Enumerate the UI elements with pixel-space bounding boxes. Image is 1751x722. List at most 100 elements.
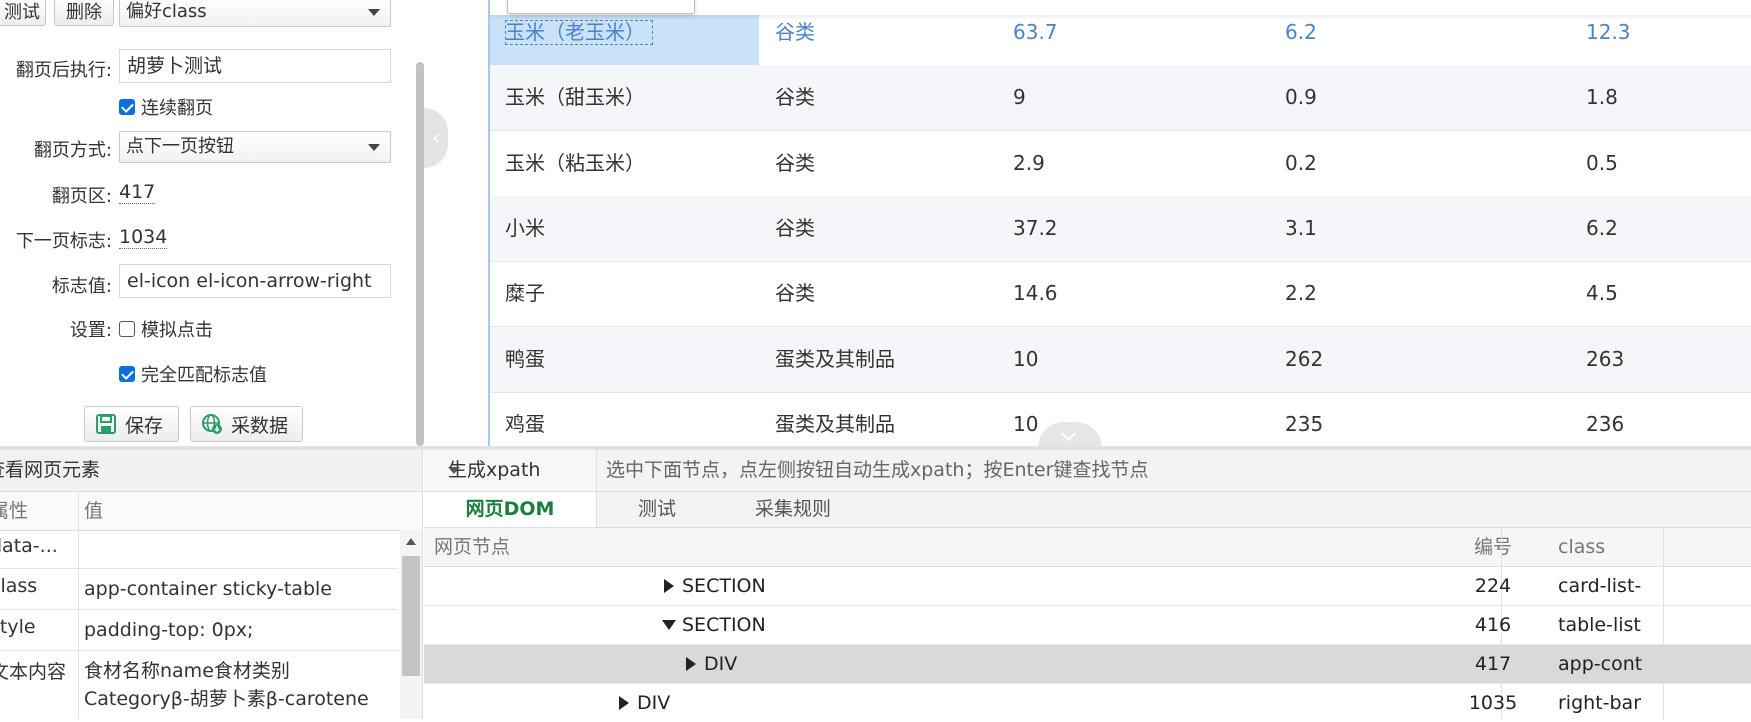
food-name-cell[interactable]: 玉米（粘玉米） — [505, 131, 645, 196]
chevron-down-icon — [368, 9, 380, 16]
page-method-select[interactable]: 点下一页按钮 — [119, 131, 391, 163]
attr-column-header: 属性 — [0, 500, 29, 522]
flag-value-input[interactable]: el-icon el-icon-arrow-right — [119, 264, 391, 298]
delete-button[interactable]: 删除 — [54, 0, 114, 26]
save-button[interactable]: 保存 — [84, 406, 179, 442]
checkbox-unchecked-icon[interactable] — [119, 321, 135, 337]
dom-node-row[interactable]: SECTION 416 table-list — [424, 606, 1751, 645]
food-name-cell[interactable]: 鸭蛋 — [505, 327, 545, 392]
inspector-title: 查看网页元素 — [0, 450, 422, 492]
tab-web-dom[interactable]: 网页DOM — [424, 492, 597, 527]
simulate-click-checkbox[interactable]: 模拟点击 — [119, 316, 213, 342]
food-name-cell[interactable]: 玉米（甜玉米） — [505, 65, 645, 130]
expand-triangle-icon[interactable] — [619, 696, 629, 710]
scrollbar-thumb[interactable] — [402, 556, 420, 676]
page-preview-table: 玉米（老玉米） 谷类 63.7 6.2 12.3 玉米（甜玉米） 谷类 9 0.9 1.8 玉米（粘… — [488, 0, 1751, 446]
value-cell-3[interactable]: 0.5 — [1586, 131, 1618, 196]
attribute-row[interactable]: data-... — [0, 531, 398, 569]
node-tag: DIV — [704, 653, 738, 675]
value-cell-3[interactable]: 263 — [1586, 327, 1624, 392]
table-row[interactable]: 玉米（粘玉米） 谷类 2.9 0.2 0.5 — [490, 131, 1751, 197]
continuous-paging-checkbox[interactable]: 连续翻页 — [119, 94, 213, 120]
value-cell-3[interactable]: 4.5 — [1586, 261, 1618, 326]
xpath-mode-select[interactable]: 生成xpath — [424, 450, 597, 491]
next-flag-value[interactable]: 1034 — [119, 226, 168, 249]
node-class: app-cont — [1558, 653, 1643, 675]
node-tag: SECTION — [682, 575, 766, 597]
value-cell-2[interactable]: 262 — [1285, 327, 1323, 392]
attribute-row[interactable]: class app-container sticky-table — [0, 569, 398, 610]
food-category-cell[interactable]: 蛋类及其制品 — [775, 327, 895, 392]
tab-test[interactable]: 测试 — [596, 492, 718, 527]
food-name-cell[interactable]: 鸡蛋 — [505, 392, 545, 446]
value-cell-3[interactable]: 236 — [1586, 392, 1624, 446]
food-category-cell[interactable]: 谷类 — [775, 131, 815, 196]
value-cell-3[interactable]: 6.2 — [1586, 196, 1618, 261]
settings-scrollbar[interactable] — [416, 62, 424, 446]
table-row[interactable]: 小米 谷类 37.2 3.1 6.2 — [490, 195, 1751, 262]
value-cell-1[interactable]: 10 — [1013, 327, 1038, 392]
value-cell-2[interactable]: 235 — [1285, 392, 1323, 446]
table-row[interactable]: 糜子 谷类 14.6 2.2 4.5 — [490, 261, 1751, 328]
xpath-mode-value: 生成xpath — [448, 459, 541, 481]
xpath-input[interactable]: 选中下面节点，点左侧按钮自动生成xpath；按Enter键查找节点 — [606, 450, 1148, 491]
value-cell-1[interactable]: 2.9 — [1013, 131, 1045, 196]
save-button-label: 保存 — [125, 414, 164, 437]
attribute-row[interactable]: style padding-top: 0px; — [0, 610, 398, 651]
attribute-value-line2: Categoryβ-胡萝卜素β-carotene — [84, 688, 369, 710]
value-cell-2[interactable]: 3.1 — [1285, 196, 1317, 261]
simulate-click-label: 模拟点击 — [141, 320, 213, 341]
dom-node-row-selected[interactable]: DIV 417 app-cont — [424, 645, 1751, 684]
dom-node-row[interactable]: DIV 1035 right-bar — [424, 684, 1751, 722]
collapse-panel-handle[interactable]: ‹ — [424, 108, 448, 168]
page-area-value[interactable]: 417 — [119, 181, 156, 204]
scroll-up-icon[interactable] — [406, 538, 416, 545]
expand-triangle-icon[interactable] — [686, 657, 696, 671]
table-row[interactable]: 鸭蛋 蛋类及其制品 10 262 263 — [490, 326, 1751, 393]
table-row[interactable]: 鸡蛋 蛋类及其制品 10 235 236 — [490, 392, 1751, 446]
checkbox-checked-icon[interactable] — [119, 99, 135, 115]
food-name-cell[interactable]: 糜子 — [505, 261, 545, 326]
attribute-row[interactable]: 文本内容 食材名称name食材类别 Categoryβ-胡萝卜素β-carote… — [0, 651, 398, 719]
after-page-label: 翻页后执行: — [15, 60, 112, 81]
after-page-input[interactable]: 胡萝卜测试 — [119, 49, 391, 83]
value-cell-2[interactable]: 2.2 — [1285, 261, 1317, 326]
preference-select[interactable]: 偏好class — [119, 0, 391, 27]
xpath-bar: 生成xpath 选中下面节点，点左侧按钮自动生成xpath；按Enter键查找节… — [424, 450, 1751, 492]
checkbox-checked-icon[interactable] — [119, 366, 135, 382]
food-category-cell[interactable]: 谷类 — [775, 196, 815, 261]
tab-collect-rules[interactable]: 采集规则 — [718, 492, 868, 527]
attribute-key: style — [0, 616, 36, 638]
save-icon — [96, 414, 116, 434]
food-category-cell[interactable]: 谷类 — [775, 65, 815, 130]
value-cell-3[interactable]: 1.8 — [1586, 65, 1618, 130]
value-cell-2[interactable]: 0.9 — [1285, 65, 1317, 130]
value-cell-1[interactable]: 10 — [1013, 392, 1038, 446]
node-tag: SECTION — [682, 614, 766, 636]
node-number: 416 — [1474, 614, 1512, 636]
test-button[interactable]: 测试 — [0, 0, 46, 26]
node-number: 224 — [1474, 575, 1512, 597]
expand-triangle-icon[interactable] — [664, 579, 674, 593]
node-number: 417 — [1474, 653, 1512, 675]
value-cell-2[interactable]: 0.2 — [1285, 131, 1317, 196]
node-class: card-list- — [1558, 575, 1642, 597]
inspector-scrollbar[interactable] — [400, 530, 422, 719]
food-category-cell[interactable]: 蛋类及其制品 — [775, 392, 895, 446]
dom-tabs: 网页DOM 测试 采集规则 — [424, 492, 1751, 528]
exact-match-label: 完全匹配标志值 — [141, 365, 267, 386]
value-cell-1[interactable]: 37.2 — [1013, 196, 1058, 261]
collapse-triangle-icon[interactable] — [662, 620, 676, 630]
attribute-key: 文本内容 — [0, 661, 67, 683]
food-category-cell[interactable]: 谷类 — [775, 261, 815, 326]
node-column-header: 网页节点 — [434, 536, 511, 558]
collect-data-button[interactable]: 采数据 — [190, 406, 303, 442]
exact-match-checkbox[interactable]: 完全匹配标志值 — [119, 361, 267, 387]
value-cell-1[interactable]: 9 — [1013, 65, 1026, 130]
value-cell-1[interactable]: 14.6 — [1013, 261, 1058, 326]
dom-node-row[interactable]: SECTION 224 card-list- — [424, 567, 1751, 606]
node-tag: DIV — [637, 692, 671, 714]
collect-data-button-label: 采数据 — [231, 414, 289, 437]
food-name-cell[interactable]: 小米 — [505, 196, 545, 261]
table-row[interactable]: 玉米（甜玉米） 谷类 9 0.9 1.8 — [490, 65, 1751, 132]
